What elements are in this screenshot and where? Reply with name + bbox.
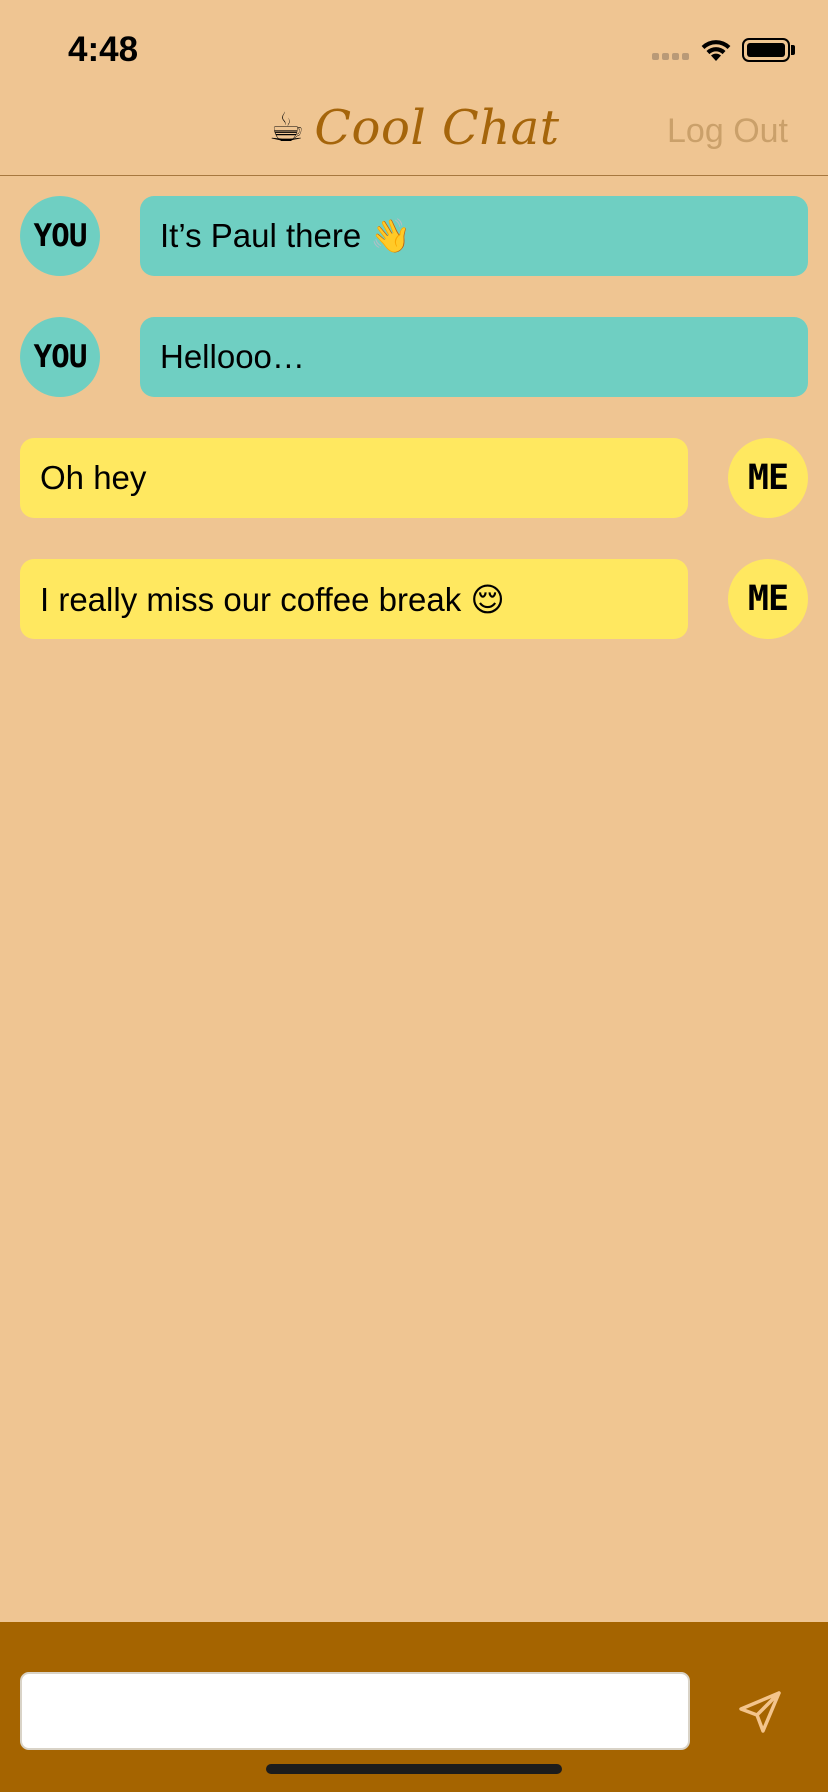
nav-bar: ☕ Cool Chat Log Out	[0, 90, 828, 176]
message-row: I really miss our coffee break 😌 ME	[0, 559, 828, 639]
coffee-cup-icon: ☕	[268, 106, 305, 150]
send-button[interactable]	[730, 1682, 790, 1742]
battery-tip	[791, 45, 795, 55]
avatar-me: ME	[728, 559, 808, 639]
message-row: Oh hey ME	[0, 438, 828, 518]
message-bubble: It’s Paul there 👋	[140, 196, 808, 276]
avatar-me: ME	[728, 438, 808, 518]
message-input[interactable]	[20, 1672, 690, 1750]
app-title-text: Cool Chat	[314, 100, 560, 156]
logout-button[interactable]: Log Out	[667, 112, 788, 151]
chat-screen: 4:48 ☕ Cool Chat Log Out YOU It’s Paul t…	[0, 0, 828, 1792]
send-icon	[739, 1691, 781, 1733]
battery-icon	[742, 38, 790, 62]
home-indicator	[266, 1764, 562, 1774]
status-bar: 4:48	[0, 0, 828, 90]
message-bubble: I really miss our coffee break 😌	[20, 559, 688, 639]
avatar-you: YOU	[20, 196, 100, 276]
message-bubble: Oh hey	[20, 438, 688, 518]
avatar-you: YOU	[20, 317, 100, 397]
message-bubble: Hellooo…	[140, 317, 808, 397]
wifi-icon	[701, 40, 731, 61]
status-time: 4:48	[68, 30, 139, 69]
cellular-signal-icon	[652, 53, 689, 60]
message-row: YOU Hellooo…	[0, 317, 828, 397]
message-row: YOU It’s Paul there 👋	[0, 196, 828, 276]
